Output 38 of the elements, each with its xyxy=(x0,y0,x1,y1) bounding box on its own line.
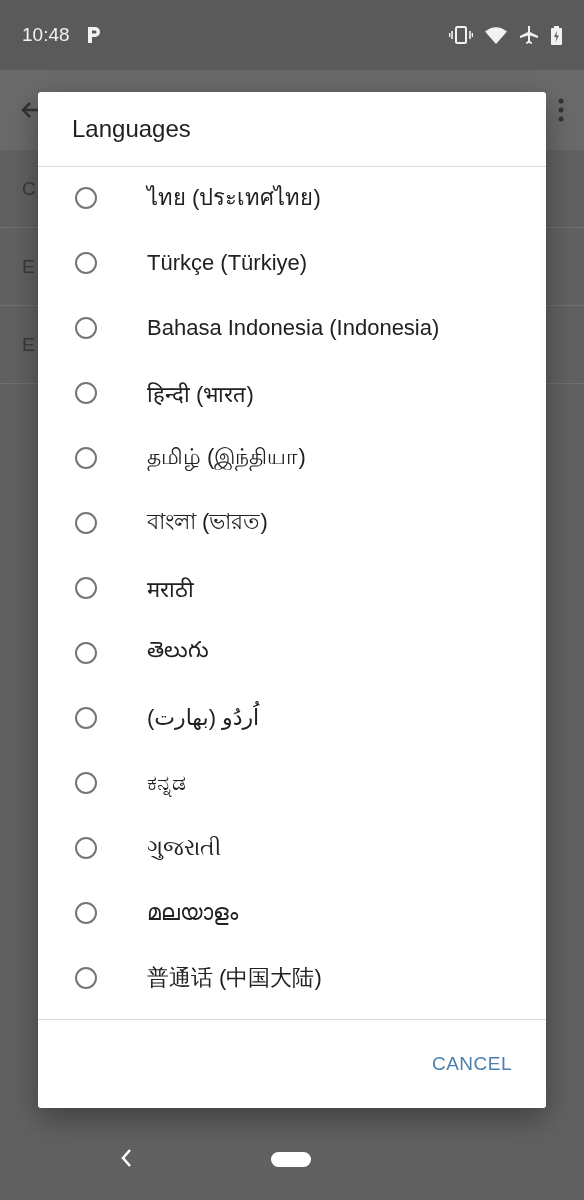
radio-button[interactable] xyxy=(75,316,97,339)
overflow-menu-icon[interactable] xyxy=(558,98,564,122)
language-option[interactable]: मराठी xyxy=(38,555,546,620)
clock: 10:48 xyxy=(22,24,70,46)
dialog-title: Languages xyxy=(38,92,546,167)
language-option[interactable]: ಕನ್ನಡ xyxy=(38,750,546,815)
language-option[interactable]: Bahasa Indonesia (Indonesia) xyxy=(38,295,546,360)
language-option[interactable]: తెలుగు xyxy=(38,620,546,685)
language-option[interactable]: தமிழ் (இந்தியா) xyxy=(38,425,546,490)
radio-button[interactable] xyxy=(75,186,97,209)
wifi-icon xyxy=(485,26,507,44)
language-option[interactable]: മലയാളം xyxy=(38,880,546,945)
radio-button[interactable] xyxy=(75,641,97,664)
language-option[interactable]: Türkçe (Türkiye) xyxy=(38,230,546,295)
language-option[interactable]: ગુજરાતી xyxy=(38,815,546,880)
radio-button[interactable] xyxy=(75,901,97,924)
radio-button[interactable] xyxy=(75,706,97,729)
radio-button[interactable] xyxy=(75,576,97,599)
airplane-icon xyxy=(519,25,539,45)
cancel-button[interactable]: CANCEL xyxy=(423,1045,520,1083)
radio-button[interactable] xyxy=(75,381,97,404)
back-arrow-icon[interactable] xyxy=(20,100,40,120)
language-option[interactable]: বাংলা (ভারত) xyxy=(38,490,546,555)
radio-button[interactable] xyxy=(75,511,97,534)
radio-button[interactable] xyxy=(75,446,97,469)
radio-button[interactable] xyxy=(75,836,97,859)
language-option[interactable]: ไทย (ประเทศไทย) xyxy=(38,167,546,230)
battery-icon xyxy=(551,25,562,45)
vibrate-icon xyxy=(449,26,473,44)
parking-icon xyxy=(85,25,102,45)
language-option[interactable]: 普通话 (中国大陆) xyxy=(38,945,546,1010)
radio-button[interactable] xyxy=(75,251,97,274)
home-button[interactable] xyxy=(271,1152,311,1167)
back-icon[interactable] xyxy=(119,1148,133,1168)
language-option[interactable]: हिन्दी (भारत) xyxy=(38,360,546,425)
language-option[interactable]: اُردُو (بھارت) xyxy=(38,685,546,750)
radio-button[interactable] xyxy=(75,966,97,989)
radio-button[interactable] xyxy=(75,771,97,794)
